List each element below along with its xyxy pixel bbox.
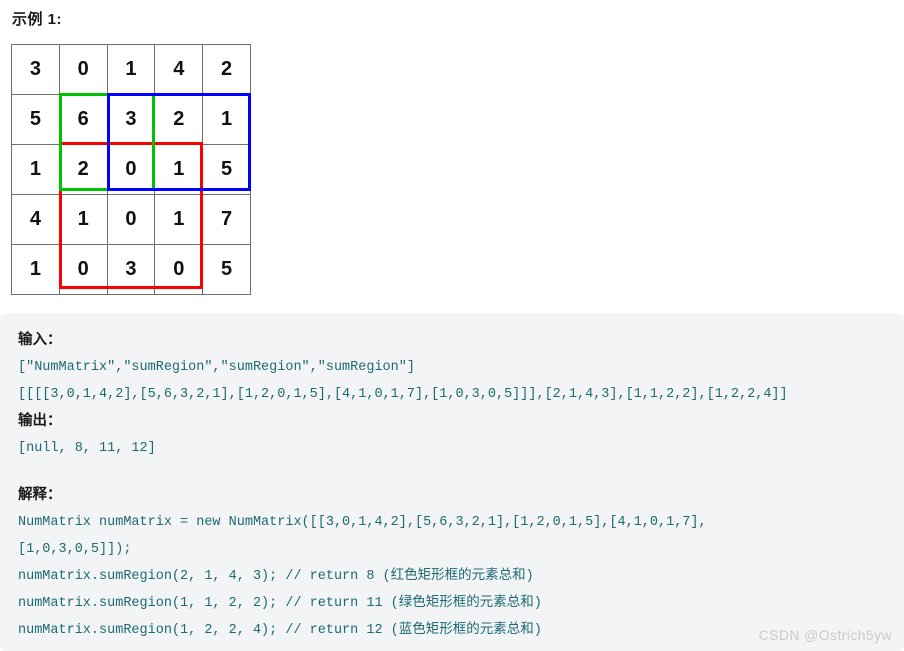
explanation-line-2: [1,0,3,0,5]]); xyxy=(18,542,132,557)
input-call-sequence: ["NumMatrix","sumRegion","sumRegion","su… xyxy=(18,360,415,375)
matrix-cell: 0 xyxy=(106,194,156,245)
matrix-cell: 1 xyxy=(154,144,204,195)
table-row: 1 2 0 1 5 xyxy=(11,144,251,195)
table-row: 5 6 3 2 1 xyxy=(11,94,251,145)
matrix-figure: 3 0 1 4 2 5 6 3 2 1 1 2 0 1 5 4 1 0 1 7 … xyxy=(11,44,251,295)
matrix-cell: 3 xyxy=(11,44,60,95)
input-label: 输入： xyxy=(18,332,62,348)
page-title: 示例 1: xyxy=(12,11,63,28)
matrix-cell: 4 xyxy=(154,44,204,95)
panel-spacer xyxy=(18,462,886,482)
matrix-cell: 1 xyxy=(154,194,204,245)
matrix-cell: 5 xyxy=(202,144,251,195)
matrix-cell: 6 xyxy=(58,94,108,145)
matrix-cell: 2 xyxy=(58,144,108,195)
table-row: 1 0 3 0 5 xyxy=(11,244,251,295)
matrix-cell: 2 xyxy=(154,94,204,145)
matrix-cell: 0 xyxy=(106,144,156,195)
matrix-cell: 4 xyxy=(11,194,60,245)
example-detail-panel: 输入： ["NumMatrix","sumRegion","sumRegion"… xyxy=(0,313,904,651)
table-row: 3 0 1 4 2 xyxy=(11,44,251,95)
explanation-line-5: numMatrix.sumRegion(1, 2, 2, 4); // retu… xyxy=(18,623,542,638)
table-row: 4 1 0 1 7 xyxy=(11,194,251,245)
explanation-line-1: NumMatrix numMatrix = new NumMatrix([[3,… xyxy=(18,515,707,530)
input-arguments: [[[[3,0,1,4,2],[5,6,3,2,1],[1,2,0,1,5],[… xyxy=(18,387,788,402)
matrix-cell: 0 xyxy=(58,44,108,95)
explanation-line-3: numMatrix.sumRegion(2, 1, 4, 3); // retu… xyxy=(18,569,534,584)
explanation-line-4: numMatrix.sumRegion(1, 1, 2, 2); // retu… xyxy=(18,596,542,611)
matrix-cell: 3 xyxy=(106,94,156,145)
matrix-cell: 1 xyxy=(202,94,251,145)
matrix-cell: 0 xyxy=(58,244,108,295)
matrix-grid: 3 0 1 4 2 5 6 3 2 1 1 2 0 1 5 4 1 0 1 7 … xyxy=(11,44,251,295)
csdn-watermark: CSDN @Ostrich5yw xyxy=(758,627,892,643)
matrix-cell: 0 xyxy=(154,244,204,295)
explanation-label: 解释： xyxy=(18,487,62,503)
matrix-cell: 1 xyxy=(58,194,108,245)
matrix-cell: 5 xyxy=(11,94,60,145)
matrix-cell: 2 xyxy=(202,44,251,95)
matrix-cell: 1 xyxy=(11,144,60,195)
output-values: [null, 8, 11, 12] xyxy=(18,441,156,456)
matrix-cell: 3 xyxy=(106,244,156,295)
output-label: 输出： xyxy=(18,413,62,429)
matrix-cell: 7 xyxy=(202,194,251,245)
matrix-cell: 5 xyxy=(202,244,251,295)
matrix-cell: 1 xyxy=(11,244,60,295)
matrix-cell: 1 xyxy=(106,44,156,95)
